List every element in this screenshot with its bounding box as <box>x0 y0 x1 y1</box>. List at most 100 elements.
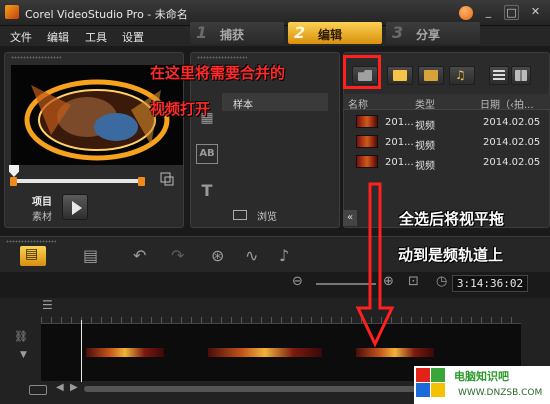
workflow-steps: 1 捕获 2 编辑 3 分享 <box>190 22 550 46</box>
step-label: 分享 <box>416 28 441 42</box>
step-number: 3 <box>392 23 404 42</box>
list-view-button[interactable] <box>489 66 509 85</box>
browse-icon <box>233 210 247 220</box>
panel-grip[interactable] <box>197 56 247 59</box>
watermark-url: WWW.DNZSB.COM <box>458 388 543 398</box>
file-name: 201... <box>385 137 414 148</box>
waveform-icon: ∿ <box>245 246 259 265</box>
folder-name: 样本 <box>233 100 253 111</box>
file-name: 201... <box>385 157 414 168</box>
track-link-icon[interactable]: ⛓ <box>14 330 28 343</box>
windows-logo-icon <box>416 368 446 398</box>
fit-project-icon[interactable]: ⊡ <box>408 274 419 289</box>
track-dropdown-icon[interactable]: ▼ <box>20 350 27 360</box>
file-list-header: 名称 类型 日期（‹拍... <box>343 94 550 111</box>
panel-grip[interactable] <box>6 240 56 243</box>
file-row[interactable]: 201... 视频 2014.02.05 <box>343 112 550 132</box>
annotation-highlight-box <box>343 55 381 89</box>
show-video-button[interactable] <box>387 66 413 85</box>
annotation-text: 动到是频轨道上 <box>398 246 504 264</box>
redo-button[interactable]: ↷ <box>166 246 192 266</box>
timeline-view-button[interactable]: ▤ <box>78 246 104 266</box>
scroll-right-icon[interactable]: ▶ <box>70 382 78 393</box>
minimize-button[interactable]: _ <box>481 5 496 20</box>
trim-end-handle[interactable] <box>138 177 145 186</box>
photo-icon <box>424 70 438 81</box>
enlarge-icon[interactable] <box>160 172 174 186</box>
column-date[interactable]: 日期（‹拍... <box>480 96 534 111</box>
scrub-bar[interactable] <box>14 179 142 183</box>
file-type: 视频 <box>415 121 435 132</box>
file-date: 2014.02.05 <box>483 157 541 168</box>
track-clip[interactable] <box>86 348 164 357</box>
help-icon[interactable] <box>459 6 473 20</box>
annotation-text: 在这里将需要合并的 <box>150 64 286 82</box>
track-clip[interactable] <box>356 348 434 357</box>
timeline-view-icon: ▤ <box>83 246 99 265</box>
record-capture-button[interactable]: ⊛ <box>206 246 232 266</box>
file-row[interactable]: 201... 视频 2014.02.05 <box>343 152 550 172</box>
scroll-left-icon[interactable]: ◀ <box>56 382 64 393</box>
track-clip[interactable] <box>208 348 322 357</box>
redo-icon: ↷ <box>171 246 185 265</box>
undo-button[interactable]: ↶ <box>128 246 154 266</box>
clip-mode-label[interactable]: 素材 <box>32 208 52 223</box>
storyboard-icon: ▤ <box>25 246 39 262</box>
grid-icon <box>515 70 527 81</box>
file-thumbnail <box>356 155 378 168</box>
storyboard-view-button[interactable]: ▤ <box>20 246 46 266</box>
file-name: 201... <box>385 117 414 128</box>
step-number: 1 <box>196 23 208 42</box>
maximize-button[interactable]: □ <box>504 5 519 20</box>
film-icon <box>393 70 407 81</box>
annotation-down-arrow <box>355 182 395 348</box>
file-thumbnail <box>356 135 378 148</box>
playhead[interactable] <box>81 320 82 382</box>
list-icon <box>493 70 505 81</box>
step-label: 捕获 <box>220 28 245 42</box>
add-track-icon[interactable] <box>29 385 47 395</box>
thumbnail-view-button[interactable] <box>511 66 531 85</box>
app-logo-icon <box>5 5 19 19</box>
clock-icon: ◷ <box>436 274 448 289</box>
music-note-icon: ♪ <box>279 246 290 265</box>
file-type: 视频 <box>415 141 435 152</box>
menu-file[interactable]: 文件 <box>10 29 32 45</box>
text-icon[interactable]: T <box>196 181 218 201</box>
project-mode-label[interactable]: 项目 <box>32 193 52 208</box>
file-date: 2014.02.05 <box>483 117 541 128</box>
file-thumbnail <box>356 115 378 128</box>
zoom-out-icon[interactable]: ⊖ <box>292 274 303 289</box>
file-date: 2014.02.05 <box>483 137 541 148</box>
title-text-icon[interactable]: AB <box>196 144 218 164</box>
panel-grip[interactable] <box>11 56 61 59</box>
window-title: Corel VideoStudio Pro - 未命名 <box>25 8 188 21</box>
browse-button[interactable]: 浏览 <box>233 206 337 224</box>
audio-mixer-button[interactable]: ∿ <box>240 246 266 266</box>
tab-edit[interactable]: 2 编辑 <box>288 22 382 44</box>
auto-music-button[interactable]: ♪ <box>274 246 300 266</box>
undo-icon: ↶ <box>133 246 147 265</box>
close-button[interactable]: ✕ <box>528 5 543 20</box>
tab-share[interactable]: 3 分享 <box>386 22 480 44</box>
reel-icon: ⊛ <box>211 246 225 265</box>
file-row[interactable]: 201... 视频 2014.02.05 <box>343 132 550 152</box>
menu-settings[interactable]: 设置 <box>122 29 144 45</box>
play-button[interactable] <box>62 194 88 220</box>
browse-label: 浏览 <box>257 212 277 223</box>
show-photo-button[interactable] <box>418 66 444 85</box>
step-number: 2 <box>294 23 306 42</box>
show-audio-button[interactable]: ♫ <box>449 66 475 85</box>
trim-start-handle[interactable] <box>10 177 17 186</box>
track-manager-icon[interactable]: ☰ <box>42 298 53 312</box>
menu-edit[interactable]: 编辑 <box>47 29 69 45</box>
watermark-title: 电脑知识吧 <box>454 370 509 383</box>
project-duration[interactable]: 3:14:36:02 <box>452 275 528 292</box>
tab-capture[interactable]: 1 捕获 <box>190 22 284 44</box>
column-type[interactable]: 类型 <box>415 96 435 111</box>
column-name[interactable]: 名称 <box>348 96 368 111</box>
music-icon: ♫ <box>455 68 466 82</box>
watermark: 电脑知识吧 WWW.DNZSB.COM <box>414 366 550 404</box>
file-type: 视频 <box>415 161 435 172</box>
menu-tools[interactable]: 工具 <box>85 29 107 45</box>
